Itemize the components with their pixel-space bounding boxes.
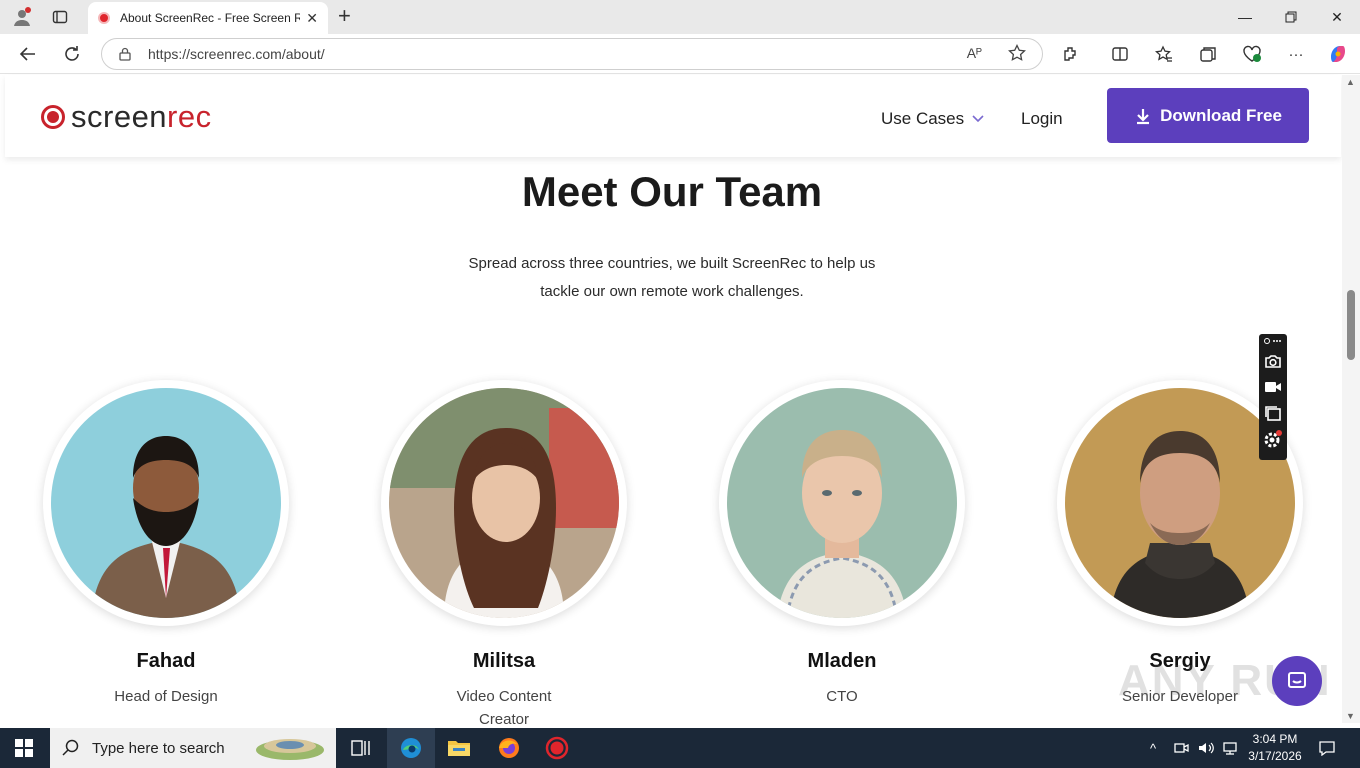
member-role-line-1: Video Content bbox=[456, 688, 552, 705]
screenrec-favicon-icon bbox=[98, 12, 110, 24]
avatar-photo-mladen bbox=[727, 388, 957, 618]
avatar-frame bbox=[719, 380, 965, 626]
url-text[interactable]: https://screenrec.com/about/ bbox=[148, 46, 325, 62]
chat-widget-button[interactable] bbox=[1272, 656, 1322, 706]
refresh-icon[interactable] bbox=[57, 40, 87, 68]
favorite-star-icon[interactable] bbox=[1008, 43, 1026, 65]
extensions-icon[interactable] bbox=[1056, 40, 1086, 68]
page-scrollbar[interactable]: ▲ ▼ bbox=[1342, 75, 1360, 723]
avatar-frame bbox=[381, 380, 627, 626]
browser-essentials-icon[interactable] bbox=[1237, 40, 1267, 68]
chevron-down-icon bbox=[972, 115, 984, 123]
subtitle-line-2: tackle our own remote work challenges. bbox=[540, 283, 804, 300]
subtitle-line-1: Spread across three countries, we built … bbox=[468, 255, 876, 272]
screenrec-recorder-panel bbox=[1259, 334, 1287, 460]
download-free-button[interactable]: Download Free bbox=[1107, 88, 1309, 143]
avatar-frame bbox=[43, 380, 289, 626]
read-aloud-icon[interactable]: Aᴾ bbox=[967, 45, 982, 61]
record-dot-icon bbox=[41, 105, 65, 129]
tab-title: About ScreenRec - Free Screen Re bbox=[120, 11, 301, 25]
tab-actions-icon[interactable] bbox=[47, 5, 73, 29]
logo-text-rec: rec bbox=[167, 99, 212, 134]
download-icon bbox=[1137, 108, 1150, 124]
collections-icon[interactable] bbox=[1193, 40, 1223, 68]
back-icon[interactable] bbox=[13, 40, 43, 68]
settings-gear-icon[interactable] bbox=[1263, 428, 1283, 450]
minimize-icon[interactable]: — bbox=[1222, 0, 1268, 34]
restore-icon[interactable] bbox=[1268, 0, 1314, 34]
search-icon bbox=[62, 739, 79, 756]
tab-about-screenrec[interactable]: About ScreenRec - Free Screen Re ✕ bbox=[88, 2, 328, 34]
member-role: CTO bbox=[826, 688, 858, 705]
browser-toolbar: https://screenrec.com/about/ Aᴾ ··· bbox=[0, 34, 1360, 74]
scrollbar-thumb[interactable] bbox=[1347, 290, 1355, 360]
nav-use-cases-label: Use Cases bbox=[881, 109, 965, 128]
volume-icon[interactable] bbox=[1198, 728, 1216, 768]
lock-icon[interactable] bbox=[118, 47, 132, 61]
screenrec-logo[interactable]: screen rec bbox=[41, 99, 212, 135]
system-clock[interactable]: 3:04 PM 3/17/2026 bbox=[1244, 731, 1306, 765]
search-highlight-icon bbox=[256, 739, 324, 760]
download-free-label: Download Free bbox=[1160, 105, 1282, 125]
avatar-photo-militsa bbox=[389, 388, 619, 618]
split-screen-icon[interactable] bbox=[1105, 40, 1135, 68]
meet-now-icon[interactable] bbox=[1174, 728, 1190, 768]
address-bar[interactable]: https://screenrec.com/about/ Aᴾ bbox=[101, 38, 1043, 70]
firefox-icon[interactable] bbox=[485, 728, 533, 768]
task-view-icon[interactable] bbox=[337, 728, 385, 768]
team-member-card: Militsa Video Content Creator bbox=[381, 380, 627, 731]
nav-login[interactable]: Login bbox=[1021, 109, 1063, 129]
favorites-icon[interactable] bbox=[1149, 40, 1179, 68]
windows-taskbar: Type here to search ^ 3:04 PM 3/17/2026 bbox=[0, 728, 1360, 768]
video-record-icon[interactable] bbox=[1263, 376, 1283, 398]
clock-time: 3:04 PM bbox=[1252, 732, 1298, 746]
taskbar-search-box[interactable]: Type here to search bbox=[50, 728, 336, 768]
member-role: Head of Design bbox=[114, 688, 218, 705]
gallery-icon[interactable] bbox=[1263, 402, 1283, 424]
team-member-card: Fahad Head of Design bbox=[43, 380, 289, 708]
screenrec-taskbar-icon[interactable] bbox=[533, 728, 581, 768]
show-hidden-icons[interactable]: ^ bbox=[1150, 728, 1156, 768]
panel-menu-icon[interactable] bbox=[1263, 336, 1283, 346]
profile-icon[interactable] bbox=[9, 5, 35, 29]
team-subtitle: Spread across three countries, we built … bbox=[372, 250, 972, 306]
member-name: Militsa bbox=[472, 650, 536, 672]
notification-center-icon[interactable] bbox=[1318, 728, 1336, 768]
site-header: screen rec Use Cases Login Download Free bbox=[5, 75, 1341, 157]
scroll-down-icon[interactable]: ▼ bbox=[1346, 711, 1355, 721]
chat-icon bbox=[1288, 672, 1306, 688]
member-name: Fahad bbox=[136, 650, 196, 672]
network-icon[interactable] bbox=[1222, 728, 1240, 768]
file-explorer-icon[interactable] bbox=[435, 728, 483, 768]
copilot-icon[interactable] bbox=[1323, 40, 1353, 68]
page-title: Meet Our Team bbox=[521, 168, 823, 215]
windows-start-icon[interactable] bbox=[0, 728, 48, 768]
scroll-up-icon[interactable]: ▲ bbox=[1346, 77, 1355, 87]
avatar-photo-fahad bbox=[51, 388, 281, 618]
member-name: Mladen bbox=[807, 650, 877, 672]
new-tab-icon[interactable]: + bbox=[338, 5, 351, 27]
more-menu-icon[interactable]: ··· bbox=[1281, 40, 1311, 68]
member-role: Video Content Creator bbox=[381, 685, 627, 731]
close-tab-icon[interactable]: ✕ bbox=[306, 10, 318, 27]
logo-text-screen: screen bbox=[71, 99, 168, 134]
team-member-card: Mladen CTO bbox=[719, 380, 965, 708]
browser-tab-strip: About ScreenRec - Free Screen Re ✕ + — ✕ bbox=[0, 0, 1360, 34]
edge-taskbar-icon[interactable] bbox=[387, 728, 435, 768]
nav-use-cases[interactable]: Use Cases bbox=[881, 109, 984, 129]
screenshot-camera-icon[interactable] bbox=[1263, 350, 1283, 372]
close-window-icon[interactable]: ✕ bbox=[1314, 0, 1360, 34]
clock-date: 3/17/2026 bbox=[1248, 749, 1302, 763]
search-placeholder: Type here to search bbox=[92, 739, 225, 757]
